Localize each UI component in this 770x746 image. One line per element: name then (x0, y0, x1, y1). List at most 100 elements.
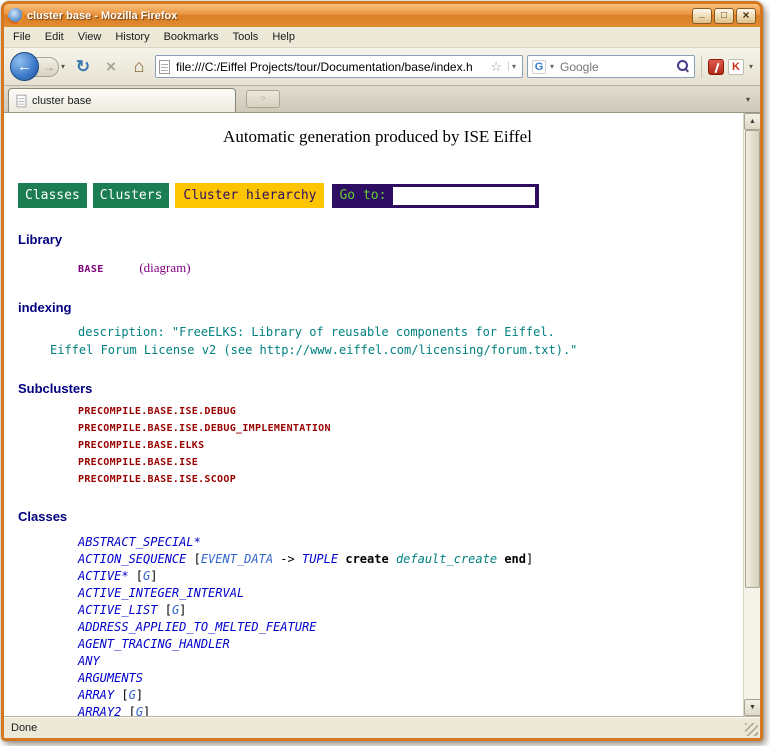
minimize-button[interactable] (692, 8, 712, 24)
class-entry: AGENT_TRACING_HANDLER (18, 636, 737, 653)
clusters-button[interactable]: Clusters (93, 183, 170, 208)
tab-list-dropdown-icon[interactable] (740, 90, 756, 108)
class-link[interactable]: ADDRESS_APPLIED_TO_MELTED_FEATURE (78, 620, 316, 634)
library-heading: Library (18, 232, 737, 247)
home-icon[interactable] (127, 55, 151, 79)
indexing-description-line-1: description: "FreeELKS: Library of reusa… (18, 325, 737, 339)
addon-shield-icon[interactable] (708, 59, 724, 75)
subclusters-heading: Subclusters (18, 381, 737, 396)
classes-list: ABSTRACT_SPECIAL* ACTION_SEQUENCE [ EVENT_… (18, 534, 737, 716)
generic-link[interactable]: G (129, 688, 136, 702)
subcluster-link[interactable]: PRECOMPILE.BASE.ELKS (18, 440, 737, 451)
class-link[interactable]: ACTIVE_LIST (78, 603, 157, 617)
class-link[interactable]: ACTION_SEQUENCE (78, 552, 186, 566)
search-input[interactable] (558, 59, 674, 75)
class-link[interactable]: ARGUMENTS (78, 671, 143, 685)
class-link[interactable]: ACTIVE_INTEGER_INTERVAL (78, 586, 244, 600)
subcluster-link[interactable]: PRECOMPILE.BASE.ISE.DEBUG_IMPLEMENTATION (18, 423, 737, 434)
keyword-text: end (504, 552, 526, 566)
indexing-heading: indexing (18, 300, 737, 315)
generic-link[interactable]: EVENT_DATA (201, 552, 273, 566)
class-link[interactable]: ABSTRACT_SPECIAL* (78, 535, 201, 549)
tab-cluster-base[interactable]: cluster base (8, 88, 236, 112)
tab-stub[interactable] (246, 90, 280, 108)
search-engine-dropdown-icon[interactable] (549, 62, 555, 71)
title-bar: cluster base - Mozilla Firefox (4, 4, 760, 27)
status-text: Done (11, 722, 37, 734)
address-dropdown-icon[interactable] (508, 62, 519, 71)
subcluster-link[interactable]: PRECOMPILE.BASE.ISE.SCOOP (18, 474, 737, 485)
goto-input[interactable] (393, 187, 535, 205)
class-entry: ACTIVE* [G] (18, 568, 737, 585)
class-entry: ARRAY2 [G] (18, 704, 737, 716)
menu-bar: FileEditViewHistoryBookmarksToolsHelp (4, 27, 760, 48)
toolbar-separator (701, 56, 702, 78)
class-entry: ABSTRACT_SPECIAL* (18, 534, 737, 551)
subclusters-list: PRECOMPILE.BASE.ISE.DEBUG PRECOMPILE.BASE… (18, 406, 737, 485)
refresh-icon[interactable] (71, 55, 95, 79)
tab-favicon (17, 94, 27, 107)
menu-tools[interactable]: Tools (226, 28, 266, 46)
status-bar: Done (4, 716, 760, 738)
menu-view[interactable]: View (71, 28, 109, 46)
addon-dropdown-icon[interactable] (748, 62, 754, 71)
indexing-description-line-2: Eiffel Forum License v2 (see http://www.… (18, 343, 737, 357)
class-link[interactable]: ARRAY2 (78, 705, 121, 716)
plain-text: [ (121, 705, 135, 716)
bookmark-star-icon[interactable] (488, 59, 504, 75)
class-link[interactable]: AGENT_TRACING_HANDLER (78, 637, 230, 651)
plain-text (389, 552, 396, 566)
menu-file[interactable]: File (6, 28, 38, 46)
address-input[interactable] (174, 59, 484, 75)
subcluster-link[interactable]: PRECOMPILE.BASE.ISE (18, 457, 737, 468)
feature-link[interactable]: default_create (396, 552, 497, 566)
cluster-hierarchy-button[interactable]: Cluster hierarchy (175, 183, 324, 208)
classes-button[interactable]: Classes (18, 183, 87, 208)
menu-help[interactable]: Help (265, 28, 302, 46)
maximize-button[interactable] (714, 8, 734, 24)
goto-label: Go to: (339, 188, 386, 203)
plain-text: ] (179, 603, 186, 617)
history-dropdown-icon[interactable] (59, 62, 67, 71)
class-link[interactable]: ANY (78, 654, 100, 668)
class-entry: ANY (18, 653, 737, 670)
class-entry: ACTIVE_INTEGER_INTERVAL (18, 585, 737, 602)
tab-bar: cluster base (4, 86, 760, 113)
menu-edit[interactable]: Edit (38, 28, 71, 46)
window-title: cluster base - Mozilla Firefox (27, 10, 686, 22)
back-button[interactable] (10, 52, 39, 81)
menu-history[interactable]: History (108, 28, 156, 46)
page-favicon (159, 60, 170, 74)
vertical-scrollbar[interactable] (743, 113, 760, 716)
resize-grip[interactable] (745, 723, 758, 736)
cluster-base-link[interactable]: BASE (78, 264, 104, 275)
window-controls (690, 8, 756, 24)
search-magnifier-icon[interactable] (677, 60, 690, 73)
plain-text: ] (150, 569, 157, 583)
plain-text: ] (526, 552, 533, 566)
stop-icon[interactable] (99, 55, 123, 79)
addon-k-icon[interactable]: K (728, 59, 744, 75)
scroll-up-icon[interactable] (744, 113, 760, 130)
class-link[interactable]: ARRAY (78, 688, 114, 702)
scrollbar-thumb[interactable] (745, 130, 760, 588)
class-link[interactable]: ACTIVE* (78, 569, 129, 583)
class-entry: ACTIVE_LIST [G] (18, 602, 737, 619)
menu-bookmarks[interactable]: Bookmarks (157, 28, 226, 46)
page-title: Automatic generation produced by ISE Eif… (18, 127, 737, 147)
close-button[interactable] (736, 8, 756, 24)
scroll-down-icon[interactable] (744, 699, 760, 716)
generic-link[interactable]: G (136, 705, 143, 716)
diagram-link[interactable]: (diagram) (139, 260, 190, 275)
search-bar[interactable] (527, 55, 695, 78)
back-forward-group (10, 52, 67, 81)
subcluster-link[interactable]: PRECOMPILE.BASE.ISE.DEBUG (18, 406, 737, 417)
firefox-icon (8, 8, 23, 23)
plain-text: -> (273, 552, 302, 566)
plain-text: ] (136, 688, 143, 702)
class-link[interactable]: TUPLE (302, 552, 338, 566)
google-engine-icon[interactable] (532, 60, 546, 74)
plain-text: [ (129, 569, 143, 583)
address-bar[interactable] (155, 55, 523, 78)
tab-label: cluster base (32, 95, 91, 107)
